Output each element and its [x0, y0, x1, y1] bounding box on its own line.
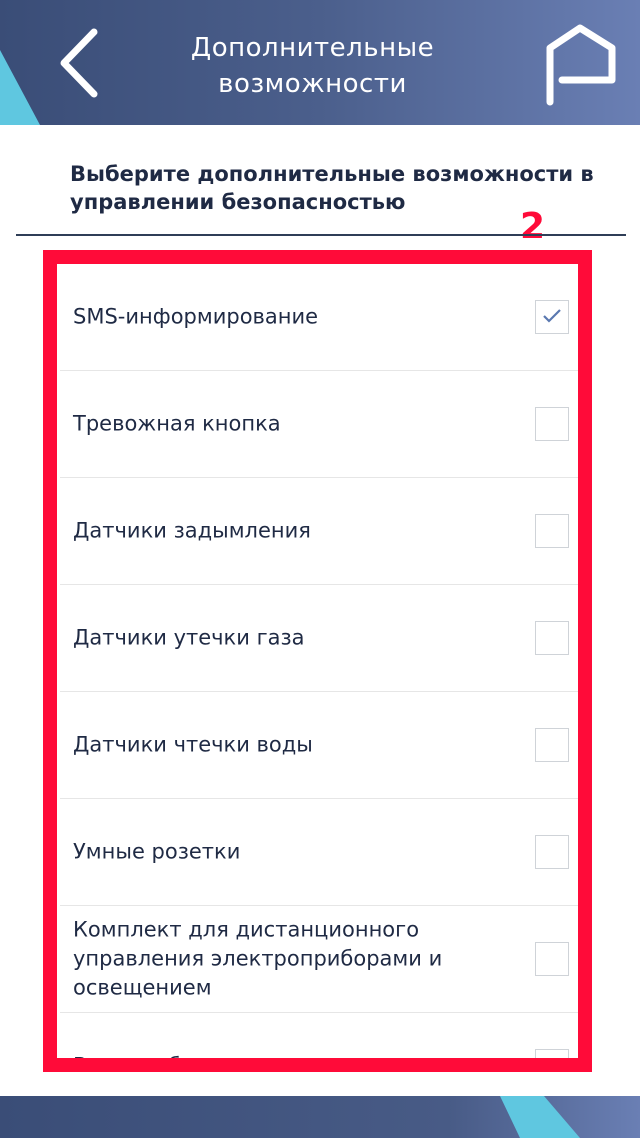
- footer-accent-stripe: [500, 1096, 580, 1138]
- back-button[interactable]: [52, 26, 110, 100]
- option-checkbox[interactable]: [535, 942, 569, 976]
- option-row[interactable]: Датчики утечки газа: [60, 585, 578, 692]
- option-row[interactable]: Умные розетки: [60, 799, 578, 906]
- option-label: Умные розетки: [73, 839, 241, 864]
- checkmark-icon: [543, 309, 561, 323]
- option-checkbox[interactable]: [535, 300, 569, 334]
- step-number-badge: 2: [520, 206, 546, 247]
- option-label: Датчики чтечки воды: [73, 732, 313, 757]
- option-checkbox[interactable]: [535, 835, 569, 869]
- home-button[interactable]: [540, 20, 620, 108]
- option-checkbox[interactable]: [535, 621, 569, 655]
- option-label: Комплект для дистанционного управления э…: [73, 917, 443, 1000]
- highlight-frame: SMS-информирование Тревожная кнопка Датчик…: [43, 250, 592, 1072]
- options-list: SMS-информирование Тревожная кнопка Датчик…: [60, 264, 578, 1072]
- home-icon: [546, 24, 616, 106]
- option-checkbox[interactable]: [535, 728, 569, 762]
- option-row[interactable]: Датчики задымления: [60, 478, 578, 585]
- header-accent-stripe: [0, 0, 40, 125]
- option-row[interactable]: SMS-информирование: [60, 264, 578, 371]
- option-checkbox[interactable]: [535, 514, 569, 548]
- divider: [16, 234, 626, 236]
- bottom-bar: [0, 1096, 640, 1138]
- option-row[interactable]: Тревожная кнопка: [60, 371, 578, 478]
- page-title: Дополнительные возможности: [190, 33, 435, 99]
- option-row[interactable]: Видеонаблюдение: [60, 1013, 578, 1072]
- option-label: SMS-информирование: [73, 304, 319, 329]
- option-label: Тревожная кнопка: [73, 411, 281, 436]
- option-row[interactable]: Комплект для дистанционного управления э…: [60, 906, 578, 1013]
- option-row[interactable]: Датчики чтечки воды: [60, 692, 578, 799]
- option-label: Датчики задымления: [73, 518, 311, 543]
- option-label: Датчики утечки газа: [73, 625, 305, 650]
- option-checkbox[interactable]: [535, 1049, 569, 1058]
- option-label: Видеонаблюдение: [73, 1053, 280, 1072]
- chevron-left-icon: [60, 28, 98, 98]
- option-checkbox[interactable]: [535, 407, 569, 441]
- top-bar: Дополнительные возможности: [0, 0, 640, 125]
